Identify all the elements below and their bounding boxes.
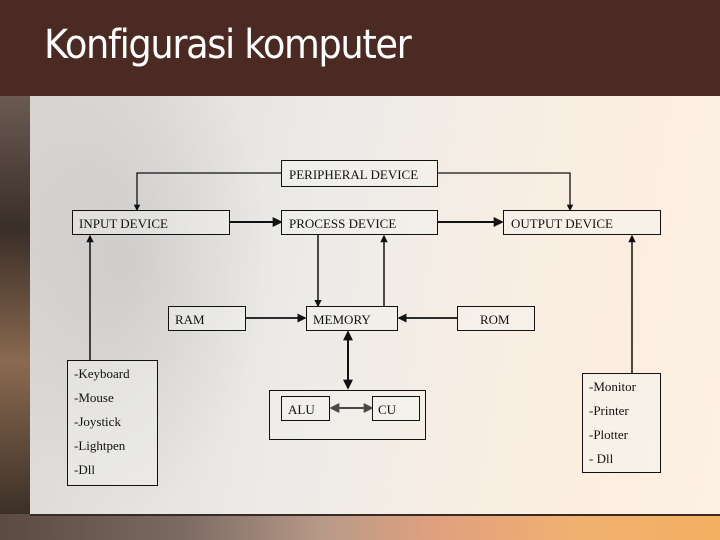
- list-item: -Mouse: [74, 390, 114, 405]
- node-cu: CU: [372, 396, 420, 421]
- title-bar: Konfigurasi komputer: [0, 0, 720, 96]
- list-item: -Monitor: [589, 379, 636, 394]
- node-label: ALU: [288, 402, 315, 417]
- node-label: PERIPHERAL DEVICE: [289, 167, 419, 182]
- node-label: MEMORY: [313, 312, 371, 327]
- node-label: PROCESS DEVICE: [289, 216, 397, 231]
- output-device-list: -Monitor -Printer -Plotter - Dll: [582, 373, 661, 473]
- list-item: -Keyboard: [74, 366, 130, 381]
- list-item: -Joystick: [74, 414, 121, 429]
- list-item: -Printer: [589, 403, 629, 418]
- background-photo-bottom: [0, 514, 720, 540]
- slide-title: Konfigurasi komputer: [44, 22, 412, 68]
- list-item: -Lightpen: [74, 438, 126, 453]
- list-item: -Plotter: [589, 427, 628, 442]
- node-label: RAM: [175, 312, 205, 327]
- node-label: OUTPUT DEVICE: [511, 216, 613, 231]
- list-item: - Dll: [589, 451, 614, 466]
- node-label: CU: [378, 402, 397, 417]
- node-alu: ALU: [281, 396, 330, 421]
- node-output-device: OUTPUT DEVICE: [503, 210, 661, 235]
- input-device-list: -Keyboard -Mouse -Joystick -Lightpen -Dl…: [67, 360, 158, 486]
- node-process-device: PROCESS DEVICE: [281, 210, 438, 235]
- node-peripheral-device: PERIPHERAL DEVICE: [281, 160, 438, 187]
- node-input-device: INPUT DEVICE: [72, 210, 230, 235]
- node-rom: ROM: [457, 306, 535, 331]
- node-memory: MEMORY: [306, 306, 398, 331]
- node-ram: RAM: [168, 306, 246, 331]
- node-label: INPUT DEVICE: [79, 216, 168, 231]
- node-label: ROM: [480, 312, 510, 327]
- background-photo-left: [0, 96, 30, 540]
- list-item: -Dll: [74, 462, 95, 477]
